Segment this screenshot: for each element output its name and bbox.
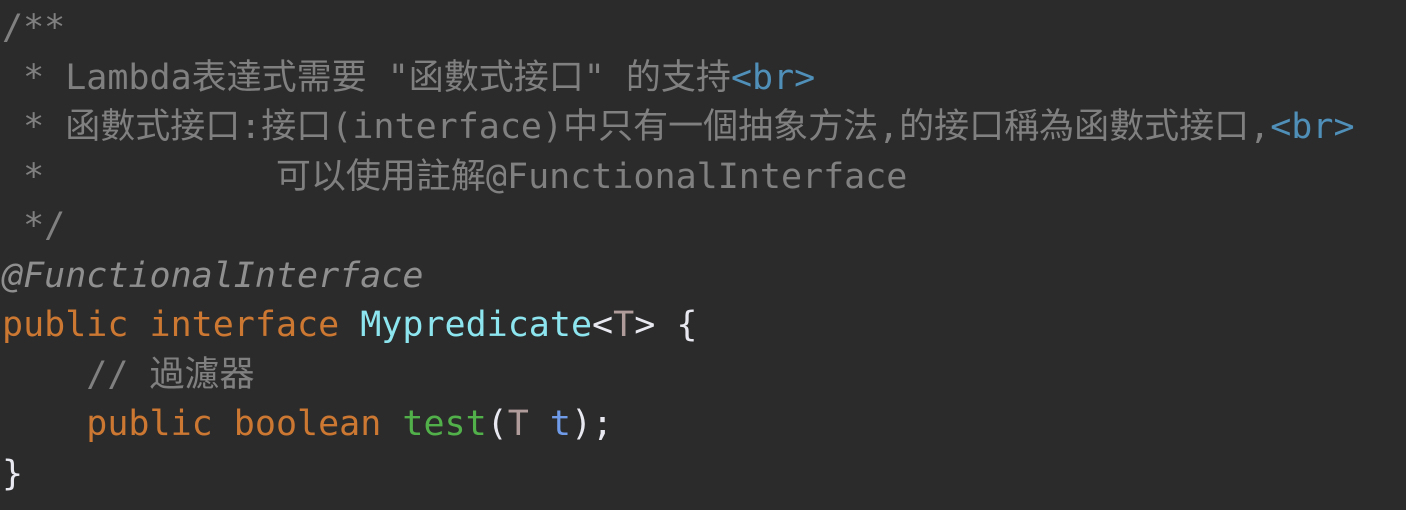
code-token-kw: public <box>2 305 150 345</box>
code-line[interactable]: public boolean test(T t); <box>0 400 1406 450</box>
code-token-comment: // 過濾器 <box>2 354 255 395</box>
code-token-comment: * 可以使用註解@FunctionalInterface <box>2 156 908 197</box>
code-line[interactable]: * 可以使用註解@FunctionalInterface <box>0 153 1406 203</box>
code-token-punct: > { <box>634 305 698 345</box>
code-token-tparam: T <box>613 305 635 345</box>
code-token-comment: * 函數式接口:接口(interface)中只有一個抽象方法,的接口稱為函數式接… <box>2 107 1271 147</box>
code-line[interactable]: // 過濾器 <box>0 351 1406 401</box>
code-editor[interactable]: /** * Lambda表達式需要 "函數式接口" 的支持<br> * 函數式接… <box>0 0 1406 499</box>
code-token-comment: */ <box>2 206 66 246</box>
code-line[interactable]: */ <box>0 202 1406 252</box>
code-token-annot: @FunctionalInterface <box>2 255 424 296</box>
code-line[interactable]: * Lambda表達式需要 "函數式接口" 的支持<br> <box>0 54 1406 104</box>
code-token-punct: < <box>592 305 614 345</box>
code-token-tag: <br> <box>730 57 816 98</box>
code-token-comment: /** <box>2 8 66 48</box>
code-token-kw: interface <box>149 305 361 345</box>
code-token-punct: } <box>2 453 24 494</box>
code-line[interactable]: } <box>0 450 1406 500</box>
code-line[interactable]: /** <box>0 4 1406 54</box>
code-token-method: test <box>402 404 487 444</box>
code-line[interactable]: public interface Mypredicate<T> { <box>0 301 1406 351</box>
code-token-comment: * Lambda表達式需要 "函數式接口" 的支持 <box>2 57 731 98</box>
code-line[interactable]: @FunctionalInterface <box>0 252 1406 302</box>
code-token-param: t <box>549 404 571 444</box>
code-token-tparam: T <box>507 404 550 444</box>
code-token-cls: Mypredicate <box>360 305 593 345</box>
code-token-punct: ( <box>486 404 508 444</box>
code-token-tag: <br> <box>1270 107 1355 147</box>
code-token-kw: public <box>2 404 234 444</box>
code-line[interactable]: * 函數式接口:接口(interface)中只有一個抽象方法,的接口稱為函數式接… <box>0 103 1406 153</box>
code-token-punct: ); <box>570 404 614 444</box>
code-token-kw: boolean <box>233 404 403 444</box>
